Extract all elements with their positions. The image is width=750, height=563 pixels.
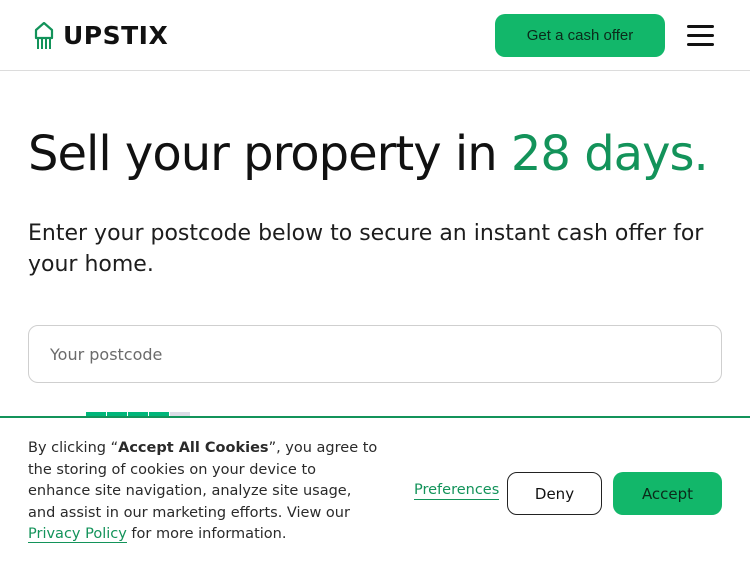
logo-icon [34, 22, 54, 49]
privacy-policy-link[interactable]: Privacy Policy [28, 526, 127, 543]
page-title: Sell your property in 28 days. [28, 126, 709, 182]
site-header: UPSTIX Get a cash offer [0, 0, 750, 71]
cookie-message: By clicking “Accept All Cookies”, you ag… [28, 440, 378, 543]
postcode-input[interactable] [28, 325, 722, 383]
cookie-accept-all-mention: Accept All Cookies [118, 440, 269, 456]
logo[interactable]: UPSTIX [34, 22, 168, 50]
deny-button[interactable]: Deny [507, 472, 602, 515]
page-title-main: Sell your property in [28, 126, 511, 182]
accept-button[interactable]: Accept [613, 472, 722, 515]
get-cash-offer-button[interactable]: Get a cash offer [495, 14, 665, 57]
page-subtitle: Enter your postcode below to secure an i… [28, 221, 704, 277]
cookie-banner: By clicking “Accept All Cookies”, you ag… [0, 416, 750, 563]
page-title-accent: 28 days. [510, 126, 709, 182]
logo-text: UPSTIX [63, 21, 169, 50]
preferences-link[interactable]: Preferences [414, 482, 500, 500]
hamburger-menu-icon[interactable] [686, 23, 716, 49]
